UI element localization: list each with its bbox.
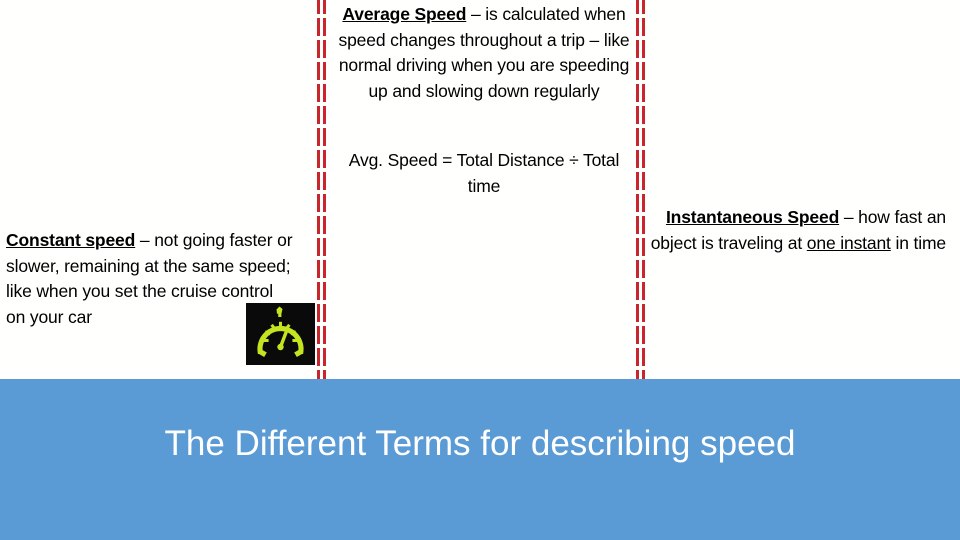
average-speed-dash: – — [466, 4, 486, 24]
instantaneous-speed-definition-part2: in time — [890, 232, 946, 253]
bottom-banner: The Different Terms for describing speed — [0, 379, 960, 540]
divider-right — [636, 0, 645, 379]
dashed-line-segment — [636, 0, 639, 379]
slide-canvas: Average Speed – is calculated when speed… — [0, 0, 960, 540]
instantaneous-speed-text-block: Instantaneous Speed – how fast an object… — [650, 205, 946, 256]
constant-speed-term: Constant speed — [6, 230, 136, 250]
banner-title: The Different Terms for describing speed — [164, 424, 796, 463]
dashed-line-segment — [642, 0, 645, 379]
speedometer-icon — [246, 303, 315, 365]
instantaneous-speed-term: Instantaneous Speed — [665, 207, 840, 227]
instantaneous-speed-emphasis: one instant — [806, 232, 891, 253]
average-speed-text-block: Average Speed – is calculated when speed… — [334, 2, 634, 104]
average-speed-formula: Avg. Speed = Total Distance ÷ Total time — [348, 150, 620, 196]
dashed-line-segment — [323, 0, 326, 379]
speedometer-icon-graphic — [257, 306, 304, 358]
instantaneous-speed-dash: – — [839, 207, 859, 227]
dashed-line-segment — [317, 0, 320, 379]
constant-speed-dash: – — [135, 230, 155, 250]
divider-left — [317, 0, 326, 379]
average-speed-term: Average Speed — [342, 4, 467, 24]
